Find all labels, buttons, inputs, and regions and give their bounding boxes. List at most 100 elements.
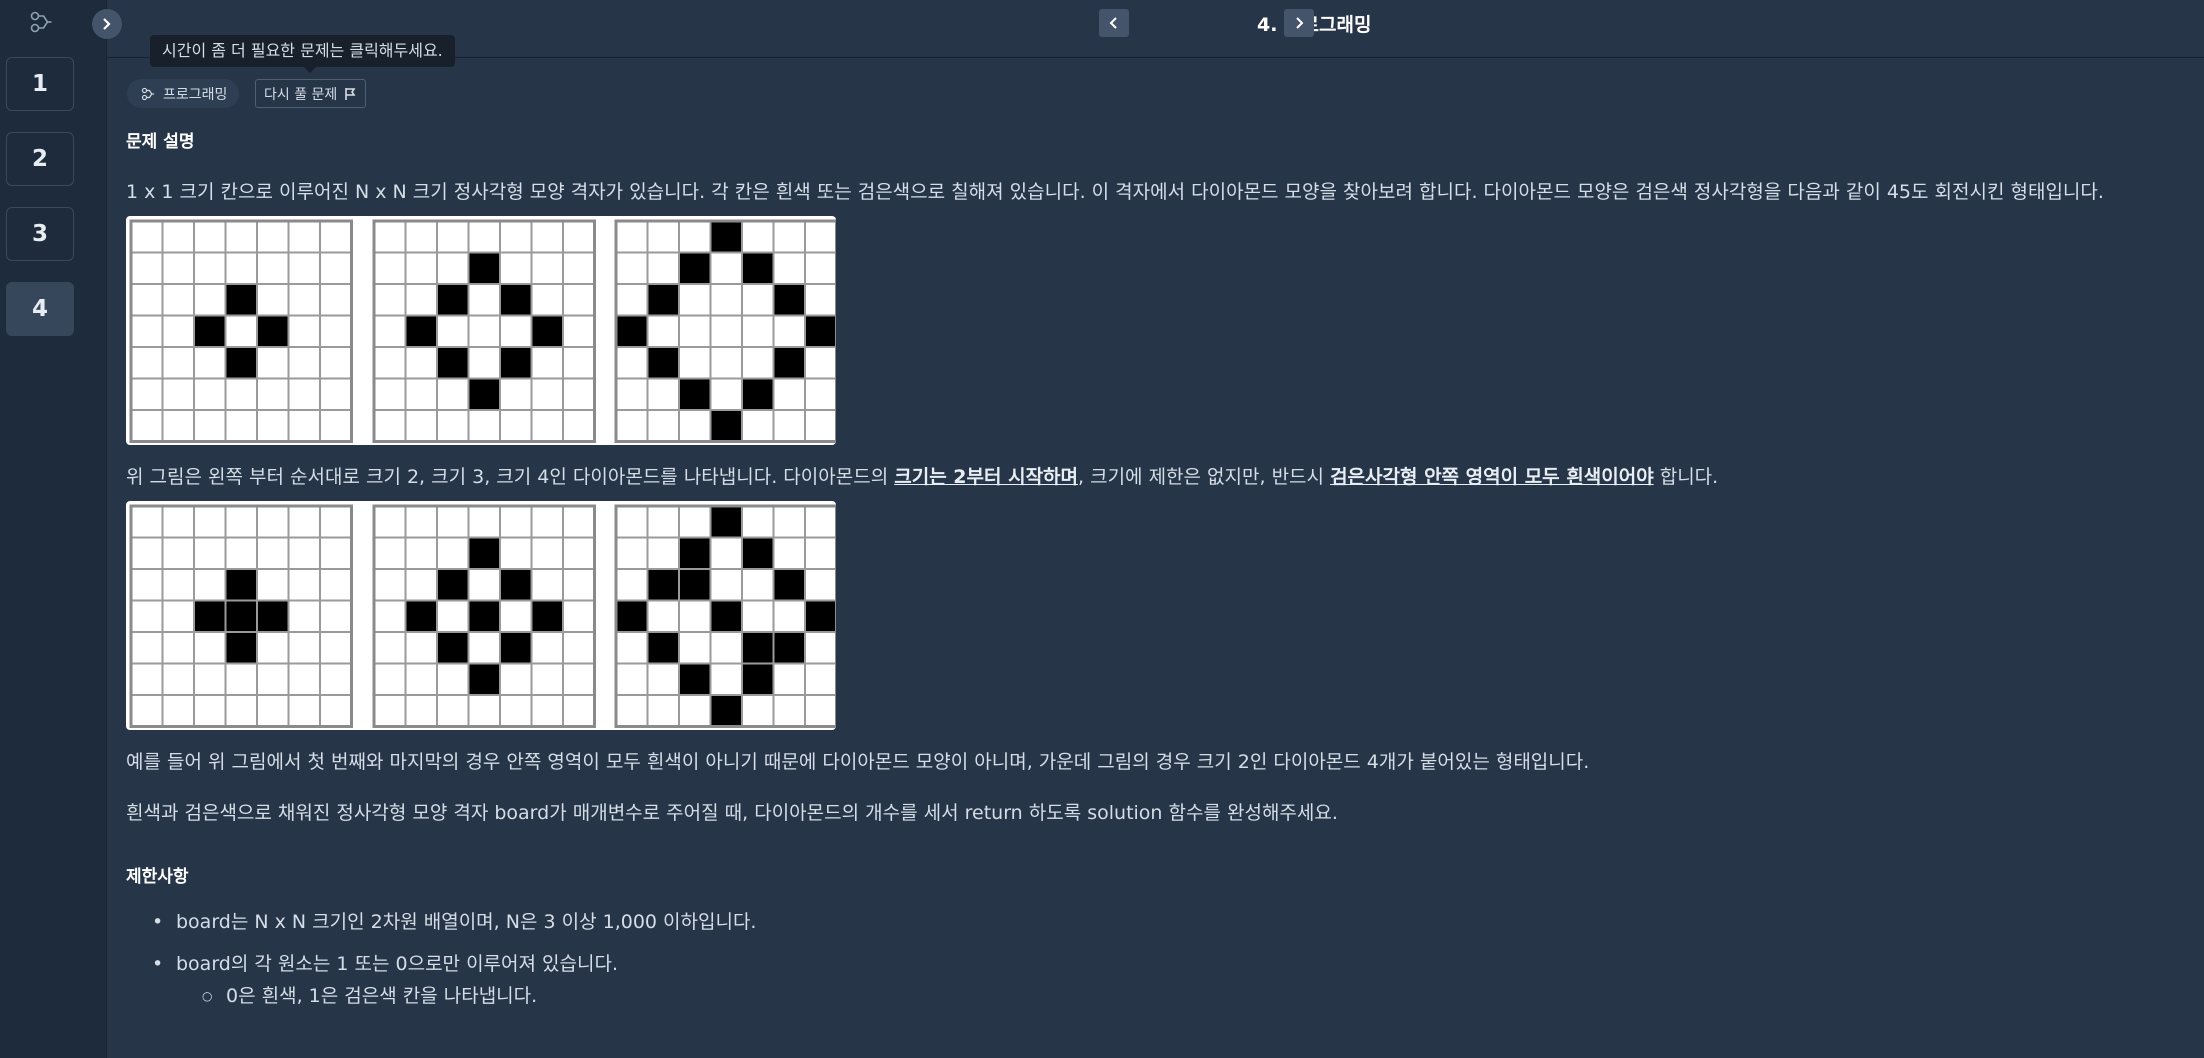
white-cell bbox=[615, 568, 649, 602]
black-cell bbox=[193, 314, 227, 348]
white-cell bbox=[130, 505, 164, 539]
white-cell bbox=[130, 631, 164, 665]
question-button-1[interactable]: 1 bbox=[6, 57, 74, 111]
white-cell bbox=[772, 251, 806, 285]
white-cell bbox=[562, 283, 596, 317]
white-cell bbox=[256, 377, 290, 411]
black-cell bbox=[256, 314, 290, 348]
white-cell bbox=[287, 662, 321, 696]
constraint-sublist: 0은 흰색, 1은 검은색 칸을 나타냅니다. bbox=[126, 982, 2184, 1010]
black-cell bbox=[772, 631, 806, 665]
white-cell bbox=[287, 346, 321, 380]
white-cell bbox=[256, 220, 290, 254]
white-cell bbox=[530, 346, 564, 380]
white-cell bbox=[562, 536, 596, 570]
white-cell bbox=[499, 505, 533, 539]
black-cell bbox=[615, 314, 649, 348]
black-cell bbox=[678, 662, 712, 696]
white-cell bbox=[373, 314, 407, 348]
white-cell bbox=[287, 220, 321, 254]
white-cell bbox=[287, 568, 321, 602]
white-cell bbox=[373, 346, 407, 380]
white-cell bbox=[804, 505, 836, 539]
black-cell bbox=[224, 568, 258, 602]
white-cell bbox=[404, 220, 438, 254]
white-cell bbox=[678, 599, 712, 633]
white-cell bbox=[678, 409, 712, 443]
white-cell bbox=[646, 505, 680, 539]
question-button-3[interactable]: 3 bbox=[6, 207, 74, 261]
white-cell bbox=[436, 314, 470, 348]
black-cell bbox=[193, 599, 227, 633]
white-cell bbox=[130, 220, 164, 254]
page-title: 4. 프로그래밍 bbox=[1257, 14, 1372, 36]
white-cell bbox=[615, 220, 649, 254]
white-cell bbox=[615, 377, 649, 411]
white-cell bbox=[772, 505, 806, 539]
question-button-4[interactable]: 4 bbox=[6, 282, 74, 336]
white-cell bbox=[467, 409, 501, 443]
white-cell bbox=[373, 251, 407, 285]
white-cell bbox=[678, 346, 712, 380]
next-question-button[interactable] bbox=[1284, 9, 1314, 37]
white-cell bbox=[530, 662, 564, 696]
white-cell bbox=[256, 409, 290, 443]
white-cell bbox=[436, 220, 470, 254]
white-cell bbox=[678, 220, 712, 254]
black-cell bbox=[499, 631, 533, 665]
white-cell bbox=[373, 283, 407, 317]
white-cell bbox=[287, 694, 321, 728]
black-cell bbox=[772, 283, 806, 317]
white-cell bbox=[404, 505, 438, 539]
white-cell bbox=[287, 631, 321, 665]
black-cell bbox=[467, 599, 501, 633]
retry-later-button[interactable]: 다시 풀 문제 bbox=[255, 79, 367, 108]
white-cell bbox=[287, 599, 321, 633]
black-cell bbox=[678, 377, 712, 411]
white-cell bbox=[287, 283, 321, 317]
white-cell bbox=[436, 409, 470, 443]
white-cell bbox=[772, 377, 806, 411]
white-cell bbox=[193, 536, 227, 570]
white-cell bbox=[530, 536, 564, 570]
white-cell bbox=[562, 568, 596, 602]
white-cell bbox=[161, 283, 195, 317]
white-cell bbox=[741, 314, 775, 348]
white-cell bbox=[709, 251, 743, 285]
white-cell bbox=[404, 346, 438, 380]
white-cell bbox=[256, 536, 290, 570]
white-cell bbox=[499, 409, 533, 443]
white-cell bbox=[193, 283, 227, 317]
white-cell bbox=[319, 283, 353, 317]
problem-content: 문제 설명 1 x 1 크기 칸으로 이루어진 N x N 크기 정사각형 모양… bbox=[126, 128, 2184, 1010]
white-cell bbox=[161, 631, 195, 665]
white-cell bbox=[709, 377, 743, 411]
white-cell bbox=[224, 409, 258, 443]
expand-sidebar-button[interactable] bbox=[92, 9, 122, 39]
question-button-2[interactable]: 2 bbox=[6, 132, 74, 186]
white-cell bbox=[224, 377, 258, 411]
white-cell bbox=[224, 314, 258, 348]
black-cell bbox=[224, 283, 258, 317]
white-cell bbox=[562, 662, 596, 696]
white-cell bbox=[615, 251, 649, 285]
black-cell bbox=[530, 314, 564, 348]
white-cell bbox=[404, 568, 438, 602]
white-cell bbox=[130, 568, 164, 602]
white-cell bbox=[530, 505, 564, 539]
white-cell bbox=[709, 314, 743, 348]
white-cell bbox=[741, 568, 775, 602]
white-cell bbox=[467, 220, 501, 254]
white-cell bbox=[530, 220, 564, 254]
white-cell bbox=[319, 220, 353, 254]
prev-question-button[interactable] bbox=[1099, 9, 1129, 37]
white-cell bbox=[499, 314, 533, 348]
white-cell bbox=[499, 377, 533, 411]
white-cell bbox=[161, 377, 195, 411]
white-cell bbox=[646, 409, 680, 443]
white-cell bbox=[646, 694, 680, 728]
white-cell bbox=[161, 568, 195, 602]
white-cell bbox=[130, 409, 164, 443]
white-cell bbox=[373, 409, 407, 443]
chevron-right-icon bbox=[1296, 17, 1304, 29]
